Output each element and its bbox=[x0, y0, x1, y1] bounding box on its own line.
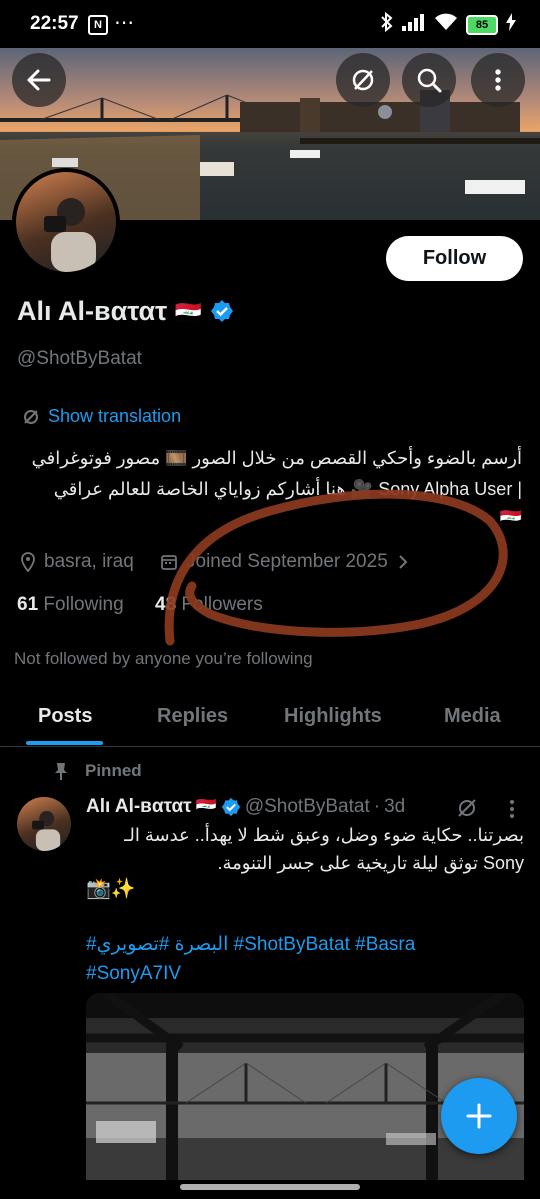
post-dot-separator: · bbox=[373, 796, 381, 817]
translate-icon bbox=[24, 409, 38, 424]
charging-icon bbox=[506, 13, 516, 36]
tab-highlights[interactable]: Highlights bbox=[284, 705, 382, 728]
post-text-line-2: Sony توثق ليلة تاريخية على جسر التنومة. bbox=[217, 853, 524, 873]
profile-handle: @ShotByBatat bbox=[17, 348, 142, 369]
post-hashtags[interactable]: #البصرة #تصويري #ShotByBatat #Basra #Son… bbox=[86, 930, 526, 988]
battery-icon: 85 bbox=[466, 14, 498, 35]
post-author-handle[interactable]: @ShotByBatat bbox=[245, 796, 370, 818]
tabs-divider bbox=[0, 746, 540, 747]
arrow-left-icon bbox=[27, 69, 51, 91]
translate-toggle-button[interactable] bbox=[336, 53, 390, 107]
nfc-icon: N bbox=[88, 15, 108, 35]
vertical-dots-icon bbox=[495, 69, 501, 91]
show-translation-label[interactable]: Show translation bbox=[48, 406, 181, 427]
profile-name: Alı Al-вατατ bbox=[17, 296, 168, 326]
location-row: basra, iraq bbox=[20, 551, 134, 573]
location-text: basra, iraq bbox=[44, 551, 134, 572]
signal-icon bbox=[402, 13, 426, 36]
hashtags-line-1[interactable]: #البصرة #تصويري #ShotByBatat #Basra bbox=[86, 930, 526, 959]
post-emoji-line: 📸✨ bbox=[86, 878, 136, 900]
verified-badge-icon[interactable] bbox=[210, 299, 234, 323]
pin-icon bbox=[55, 763, 67, 780]
location-pin-icon bbox=[21, 552, 35, 572]
verified-badge-icon bbox=[221, 797, 240, 817]
bio-line-1: أرسم بالضوء وأحكي القصص من خلال الصور 🎞️… bbox=[31, 448, 522, 468]
tab-media[interactable]: Media bbox=[444, 705, 501, 728]
post-text-line-1: بصرتنا.. حكاية ضوء وضل، وعبق شط لا يهدأ.… bbox=[124, 825, 524, 845]
avatar-photo bbox=[32, 811, 61, 851]
post-author-name[interactable]: Alı Al-вατατ bbox=[86, 796, 192, 818]
translate-off-icon bbox=[352, 69, 374, 91]
following-count: 61 bbox=[17, 594, 39, 615]
back-button[interactable] bbox=[12, 53, 66, 107]
compose-button[interactable] bbox=[441, 1078, 517, 1154]
plus-icon bbox=[466, 1103, 492, 1129]
profile-avatar[interactable] bbox=[12, 168, 120, 276]
more-notifications-icon: ⋯ bbox=[114, 12, 135, 34]
profile-name-row: Alı Al-вατατ 🇮🇶 bbox=[17, 296, 234, 327]
iraq-flag-icon: 🇮🇶 bbox=[195, 797, 217, 816]
gesture-navigation-bar[interactable] bbox=[180, 1184, 360, 1190]
show-translation-link[interactable]: Show translation bbox=[22, 406, 181, 427]
wifi-icon bbox=[434, 13, 458, 36]
post-time[interactable]: 3d bbox=[384, 796, 405, 818]
avatar-photo bbox=[44, 198, 96, 272]
pinned-label: Pinned bbox=[85, 761, 142, 780]
search-icon bbox=[417, 68, 442, 93]
status-time: 22:57 bbox=[30, 13, 79, 34]
following-label: Following bbox=[43, 594, 124, 615]
post-more-icon[interactable] bbox=[505, 798, 519, 820]
search-button[interactable] bbox=[402, 53, 456, 107]
post-header: Alı Al-вατατ 🇮🇶 @ShotByBatat · 3d bbox=[86, 796, 405, 818]
follow-button[interactable]: Follow bbox=[386, 236, 523, 281]
translate-off-icon[interactable] bbox=[456, 797, 478, 819]
iraq-flag-icon: 🇮🇶 bbox=[174, 300, 203, 325]
active-tab-indicator bbox=[26, 741, 103, 745]
tab-replies[interactable]: Replies bbox=[157, 705, 228, 728]
bluetooth-icon bbox=[380, 11, 394, 37]
hashtags-line-2[interactable]: #SonyA7IV bbox=[86, 959, 526, 988]
status-bar: 22:57 N ⋯ 85 bbox=[0, 0, 540, 48]
following-count-link[interactable]: 61 Following bbox=[17, 594, 124, 616]
hand-drawn-circle-annotation bbox=[164, 489, 508, 646]
tab-posts[interactable]: Posts bbox=[38, 705, 92, 728]
more-options-button[interactable] bbox=[471, 53, 525, 107]
post-author-avatar[interactable] bbox=[17, 797, 71, 851]
